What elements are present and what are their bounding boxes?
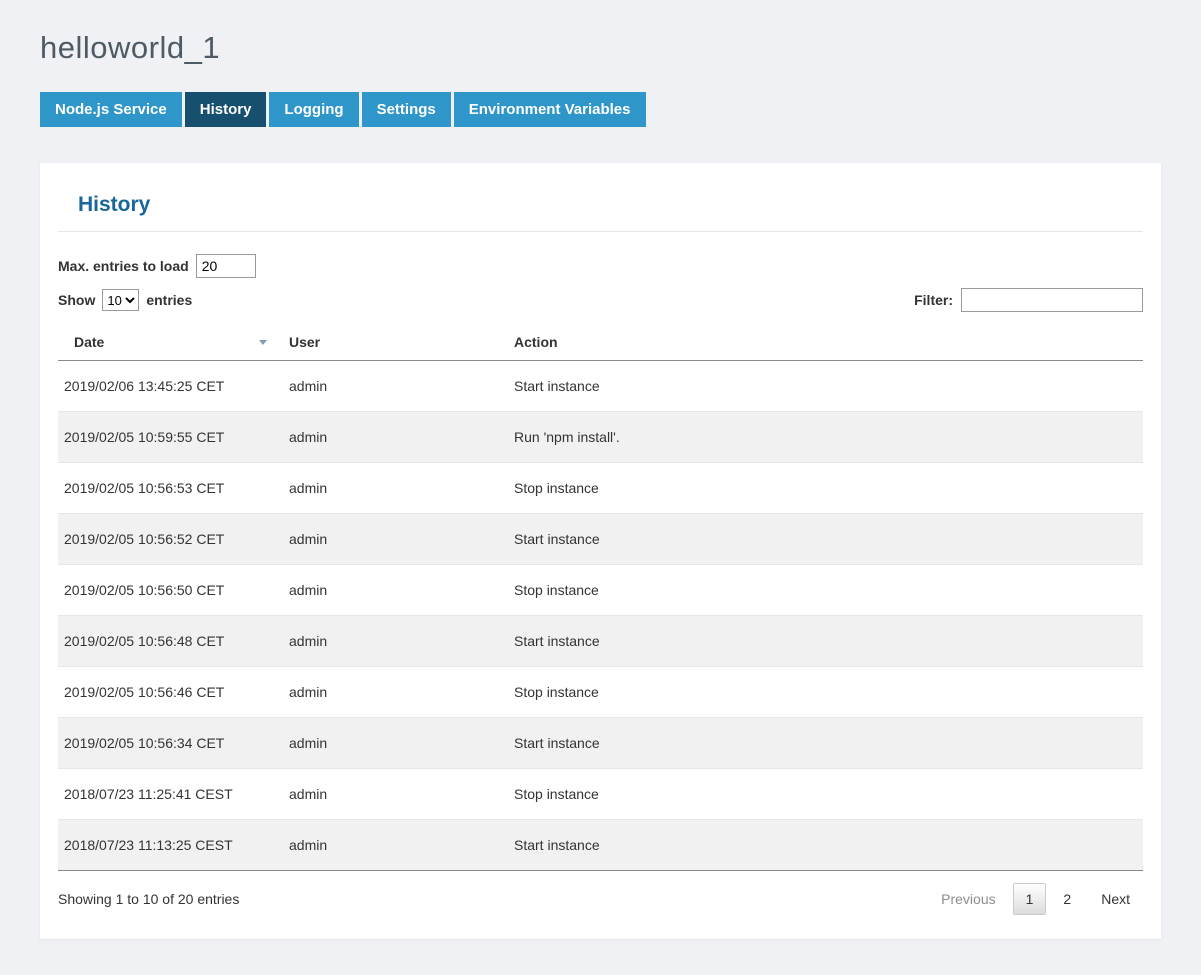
cell-action: Start instance — [508, 361, 1143, 412]
cell-user: admin — [283, 463, 508, 514]
table-row: 2019/02/05 10:56:34 CETadminStart instan… — [58, 718, 1143, 769]
cell-date: 2019/02/05 10:56:34 CET — [58, 718, 283, 769]
page-length-select[interactable]: 10 — [102, 289, 139, 311]
table-row: 2019/02/06 13:45:25 CETadminStart instan… — [58, 361, 1143, 412]
cell-user: admin — [283, 565, 508, 616]
table-row: 2019/02/05 10:56:53 CETadminStop instanc… — [58, 463, 1143, 514]
cell-action: Start instance — [508, 514, 1143, 565]
sort-desc-icon — [259, 340, 267, 345]
page: helloworld_1 Node.js Service History Log… — [0, 0, 1201, 975]
cell-user: admin — [283, 514, 508, 565]
table-row: 2018/07/23 11:25:41 CESTadminStop instan… — [58, 769, 1143, 820]
max-entries-input[interactable] — [196, 254, 256, 278]
column-header-date-label: Date — [74, 334, 104, 350]
cell-action: Run 'npm install'. — [508, 412, 1143, 463]
max-entries-row: Max. entries to load — [58, 254, 1143, 278]
cell-action: Start instance — [508, 718, 1143, 769]
cell-action: Stop instance — [508, 667, 1143, 718]
entries-summary: Showing 1 to 10 of 20 entries — [58, 891, 239, 907]
table-row: 2019/02/05 10:56:48 CETadminStart instan… — [58, 616, 1143, 667]
cell-action: Stop instance — [508, 463, 1143, 514]
history-table-body: 2019/02/06 13:45:25 CETadminStart instan… — [58, 361, 1143, 871]
tab-history[interactable]: History — [185, 92, 267, 127]
cell-date: 2019/02/05 10:56:46 CET — [58, 667, 283, 718]
cell-action: Start instance — [508, 616, 1143, 667]
heading-divider — [58, 231, 1143, 232]
cell-user: admin — [283, 820, 508, 871]
table-footer: Showing 1 to 10 of 20 entries Previous 1… — [58, 870, 1143, 917]
cell-date: 2019/02/05 10:56:53 CET — [58, 463, 283, 514]
cell-user: admin — [283, 667, 508, 718]
cell-date: 2019/02/06 13:45:25 CET — [58, 361, 283, 412]
cell-date: 2019/02/05 10:56:52 CET — [58, 514, 283, 565]
pagination: Previous 1 2 Next — [924, 883, 1143, 915]
length-filter-row: Show 10 entries Filter: — [58, 288, 1143, 312]
page-length-control: Show 10 entries — [58, 289, 192, 311]
filter-control: Filter: — [914, 288, 1143, 312]
tab-logging[interactable]: Logging — [269, 92, 358, 127]
cell-user: admin — [283, 769, 508, 820]
cell-date: 2019/02/05 10:56:50 CET — [58, 565, 283, 616]
panel-heading: History — [78, 193, 1143, 217]
history-panel: History Max. entries to load Show 10 ent… — [40, 163, 1161, 939]
table-row: 2019/02/05 10:56:52 CETadminStart instan… — [58, 514, 1143, 565]
show-label: Show — [58, 292, 95, 308]
table-row: 2018/07/23 11:13:25 CESTadminStart insta… — [58, 820, 1143, 871]
table-controls: Max. entries to load Show 10 entries Fil… — [58, 254, 1143, 312]
cell-user: admin — [283, 616, 508, 667]
cell-user: admin — [283, 361, 508, 412]
tab-settings[interactable]: Settings — [362, 92, 451, 127]
cell-date: 2018/07/23 11:25:41 CEST — [58, 769, 283, 820]
pagination-next-button[interactable]: Next — [1088, 883, 1143, 915]
cell-action: Stop instance — [508, 565, 1143, 616]
entries-label: entries — [146, 292, 192, 308]
tab-bar: Node.js Service History Logging Settings… — [40, 92, 1161, 127]
column-header-action[interactable]: Action — [508, 324, 1143, 361]
cell-date: 2018/07/23 11:13:25 CEST — [58, 820, 283, 871]
page-title: helloworld_1 — [40, 30, 1161, 66]
cell-action: Start instance — [508, 820, 1143, 871]
column-header-date[interactable]: Date — [58, 324, 283, 361]
pagination-page-1-button[interactable]: 1 — [1013, 883, 1047, 915]
pagination-page-2-button[interactable]: 2 — [1050, 883, 1084, 915]
table-row: 2019/02/05 10:56:50 CETadminStop instanc… — [58, 565, 1143, 616]
cell-user: admin — [283, 412, 508, 463]
cell-date: 2019/02/05 10:59:55 CET — [58, 412, 283, 463]
cell-date: 2019/02/05 10:56:48 CET — [58, 616, 283, 667]
filter-input[interactable] — [961, 288, 1143, 312]
cell-action: Stop instance — [508, 769, 1143, 820]
tab-nodejs-service[interactable]: Node.js Service — [40, 92, 182, 127]
max-entries-label: Max. entries to load — [58, 258, 189, 274]
table-row: 2019/02/05 10:56:46 CETadminStop instanc… — [58, 667, 1143, 718]
history-table: Date User Action 2019/02/06 13:45:25 CET… — [58, 324, 1143, 870]
cell-user: admin — [283, 718, 508, 769]
filter-label: Filter: — [914, 292, 953, 308]
table-header: Date User Action — [58, 324, 1143, 361]
column-header-user[interactable]: User — [283, 324, 508, 361]
tab-environment-variables[interactable]: Environment Variables — [454, 92, 646, 127]
table-row: 2019/02/05 10:59:55 CETadminRun 'npm ins… — [58, 412, 1143, 463]
pagination-previous-button[interactable]: Previous — [928, 883, 1008, 915]
